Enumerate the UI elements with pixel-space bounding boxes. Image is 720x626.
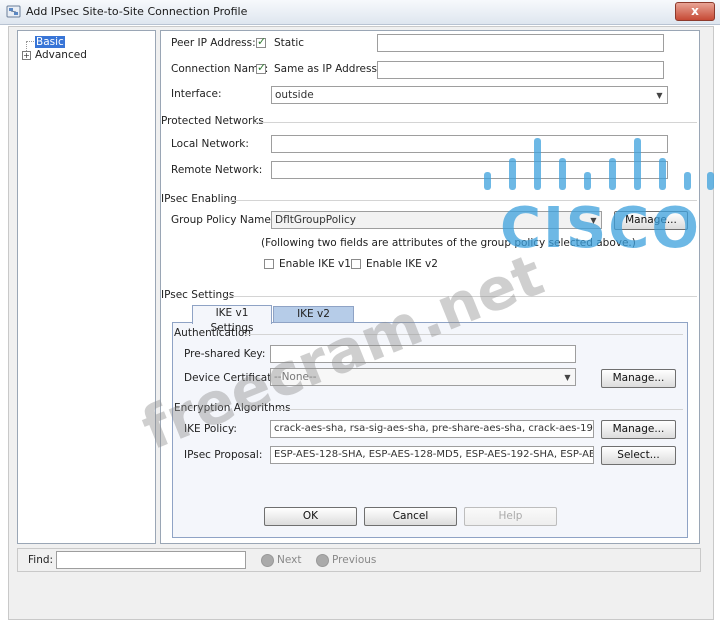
tree-item-basic[interactable]: Basic	[35, 36, 65, 48]
tab-ike-v1-settings[interactable]: IKE v1 Settings	[192, 305, 272, 334]
same-as-ip-label: Same as IP Address	[274, 63, 377, 75]
interface-value: outside	[275, 89, 314, 101]
navigation-tree: Basic + Advanced	[17, 30, 156, 544]
help-button[interactable]: Help	[464, 507, 557, 526]
tree-item-advanced[interactable]: Advanced	[35, 49, 87, 61]
ipsec-proposal-input[interactable]: ESP-AES-128-SHA, ESP-AES-128-MD5, ESP-AE…	[270, 446, 594, 464]
window-title: Add IPsec Site-to-Site Connection Profil…	[26, 5, 248, 18]
ipsec-proposal-select-button[interactable]: Select...	[601, 446, 676, 465]
cisco-bar	[484, 172, 491, 190]
ike-policy-manage-button[interactable]: Manage...	[601, 420, 676, 439]
tree-connector	[26, 41, 34, 42]
ok-button[interactable]: OK	[264, 507, 357, 526]
find-input[interactable]	[56, 551, 246, 569]
device-certificate-manage-button[interactable]: Manage...	[601, 369, 676, 388]
cancel-button[interactable]: Cancel	[364, 507, 457, 526]
divider	[254, 122, 697, 123]
find-label: Find:	[28, 554, 54, 566]
cisco-bar	[609, 158, 616, 190]
ipsec-proposal-label: IPsec Proposal:	[184, 449, 263, 461]
local-network-input[interactable]	[271, 135, 668, 153]
enable-ike-v1-label: Enable IKE v1	[279, 258, 351, 270]
tree-connector	[26, 41, 27, 51]
peer-ip-label: Peer IP Address:	[171, 37, 256, 49]
cisco-bar	[684, 172, 691, 190]
ike-policy-input[interactable]: crack-aes-sha, rsa-sig-aes-sha, pre-shar…	[270, 420, 594, 438]
enable-ike-v1-checkbox[interactable]	[264, 259, 274, 269]
next-label[interactable]: Next	[277, 554, 301, 566]
group-policy-value: DfltGroupPolicy	[275, 214, 356, 226]
cisco-bar	[509, 158, 516, 190]
find-bar: Find: Next Previous	[17, 548, 701, 572]
same-as-ip-checkbox[interactable]	[256, 61, 266, 74]
connection-name-input[interactable]	[377, 61, 664, 79]
cisco-bar	[707, 172, 714, 190]
interface-select[interactable]: outside ▼	[271, 86, 668, 104]
peer-ip-static-checkbox[interactable]	[256, 35, 266, 48]
peer-ip-static-label: Static	[274, 37, 305, 49]
divider	[276, 409, 683, 410]
previous-label[interactable]: Previous	[332, 554, 376, 566]
next-icon[interactable]	[261, 554, 274, 567]
enable-ike-v2-checkbox[interactable]	[351, 259, 361, 269]
app-icon	[6, 5, 21, 18]
enable-ike-v2-label: Enable IKE v2	[366, 258, 438, 270]
group-policy-label: Group Policy Name:	[171, 214, 275, 226]
cisco-bar	[559, 158, 566, 190]
interface-label: Interface:	[171, 88, 222, 100]
ipsec-settings-title: IPsec Settings	[161, 289, 235, 301]
expand-icon[interactable]: +	[22, 51, 31, 60]
close-button[interactable]: x	[675, 2, 715, 21]
cisco-bar	[659, 158, 666, 190]
cisco-bar	[634, 138, 641, 190]
chevron-down-icon[interactable]: ▼	[562, 372, 573, 383]
cisco-bar	[534, 138, 541, 190]
cisco-bar	[584, 172, 591, 190]
peer-ip-input[interactable]	[377, 34, 664, 52]
remote-network-label: Remote Network:	[171, 164, 263, 176]
protected-networks-title: Protected Networks	[161, 115, 264, 127]
local-network-label: Local Network:	[171, 138, 249, 150]
chevron-down-icon[interactable]: ▼	[654, 90, 665, 101]
previous-icon[interactable]	[316, 554, 329, 567]
ipsec-enabling-title: IPsec Enabling	[161, 193, 237, 205]
connection-name-label: Connection Name:	[171, 63, 269, 75]
title-bar: Add IPsec Site-to-Site Connection Profil…	[0, 0, 720, 25]
